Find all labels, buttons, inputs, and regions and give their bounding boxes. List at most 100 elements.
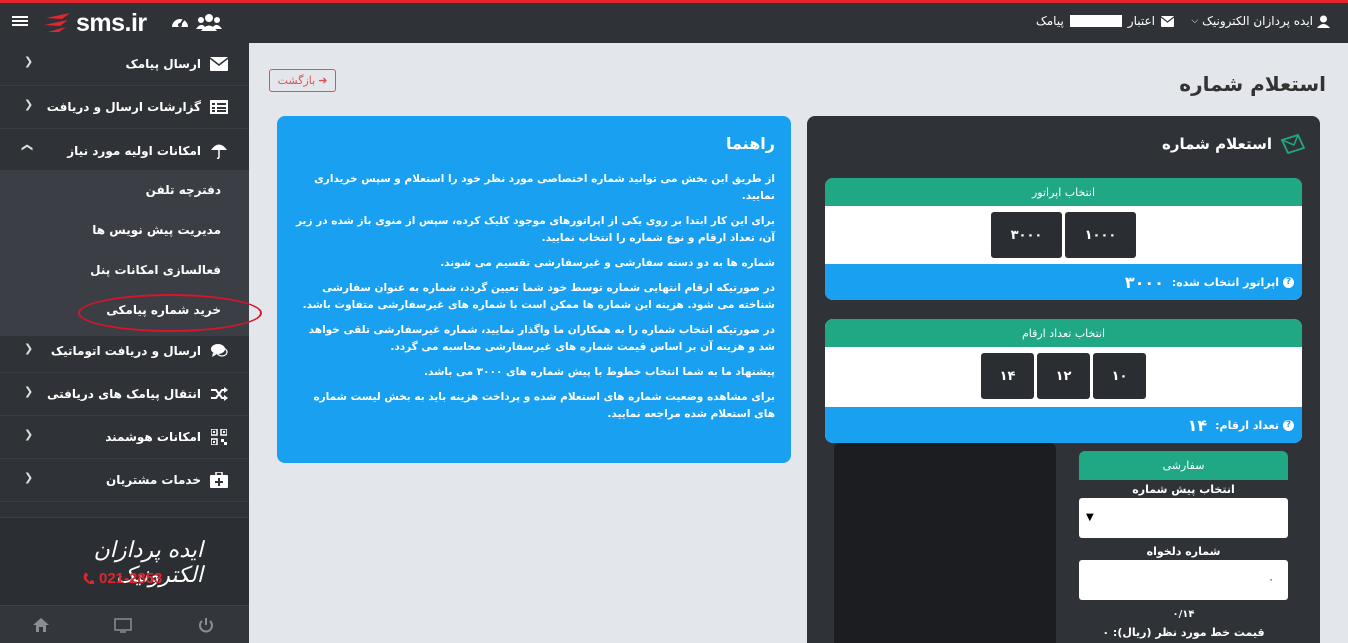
guide-paragraph: برای این کار ابتدا بر روی یکی از اپراتور… — [296, 215, 775, 244]
chat-icon — [209, 341, 229, 361]
logo-text: sms.ir — [76, 8, 147, 37]
operator-option-1000[interactable]: ۱۰۰۰ — [1065, 212, 1136, 258]
brand-phone-number: 021-2853 — [99, 570, 163, 587]
custom-order-header: سفارشی — [1079, 451, 1288, 480]
question-icon: ? — [1283, 419, 1294, 431]
sidebar-item-basic-features[interactable]: امکانات اولیه مورد نیاز ❮ — [0, 129, 249, 172]
chevron-down-icon: ❮ — [20, 142, 34, 153]
chevron-left-icon: ❮ — [24, 385, 34, 398]
qrcode-icon — [209, 427, 229, 447]
credit-label: اعتبار — [1127, 14, 1155, 28]
desired-number-input[interactable]: ۰ — [1079, 560, 1288, 600]
digits-selected: ? تعداد ارقام: ۱۴ — [825, 407, 1302, 443]
power-icon[interactable] — [197, 616, 215, 634]
brand-block: ایده پردازان الکترونیک 021-2853 — [0, 517, 249, 605]
operator-option-3000[interactable]: ۳۰۰۰ — [991, 212, 1062, 258]
desired-number-label: شماره دلخواه — [1146, 545, 1221, 558]
digits-selected-value: ۱۴ — [1187, 415, 1208, 435]
sidebar-item-label: امکانات اولیه مورد نیاز — [67, 143, 201, 158]
operator-selected-label: اپراتور انتخاب شده: — [1171, 275, 1279, 289]
chevron-down-icon: ⌵ — [1191, 16, 1199, 26]
credit-area[interactable]: اعتبار پیامک — [1036, 14, 1174, 28]
digits-option-12[interactable]: ۱۲ — [1037, 353, 1090, 399]
guide-paragraph: در صورتیکه انتخاب شماره را به همکاران ما… — [308, 324, 775, 353]
chevron-left-icon: ❮ — [24, 428, 34, 441]
panel-title: استعلام شماره — [1162, 134, 1306, 154]
submenu-item-phonebook[interactable]: دفترچه تلفن — [0, 170, 249, 210]
chevron-left-icon: ❮ — [24, 55, 34, 68]
chevron-left-icon: ❮ — [24, 98, 34, 111]
caret-down-icon: ▼ — [1086, 512, 1094, 523]
sidebar-item-auto-send-receive[interactable]: ارسال و دریافت اتوماتیک ❮ — [0, 330, 249, 373]
operator-card: انتخاب اپراتور ۳۰۰۰ ۱۰۰۰ ? اپراتور انتخا… — [825, 178, 1302, 300]
sidebar-item-label: امکانات هوشمند — [105, 430, 201, 444]
phone-icon — [83, 572, 94, 584]
highlight-circle — [78, 294, 262, 332]
back-button-label: بازگشت — [277, 75, 316, 87]
guide-paragraph: در صورتیکه ارقام انتهایی شماره توسط خود … — [302, 282, 775, 311]
top-navbar: sms.ir اعتبار پیامک ایده پردازان الکترون… — [0, 3, 1348, 43]
back-button[interactable]: ➜ بازگشت — [269, 69, 336, 92]
logo-wing-icon — [44, 13, 70, 32]
guide-paragraph: پیشنهاد ما به شما انتخاب خطوط با پیش شما… — [424, 366, 775, 378]
umbrella-icon — [209, 141, 229, 161]
result-area — [834, 443, 1056, 643]
submenu-item-drafts[interactable]: مدیریت پیش نویس ها — [0, 210, 249, 250]
shuffle-icon — [209, 384, 229, 404]
operator-selected: ? اپراتور انتخاب شده: ۳۰۰۰ — [825, 264, 1302, 300]
digits-option-10[interactable]: ۱۰ — [1093, 353, 1146, 399]
submenu-item-label: مدیریت پیش نویس ها — [92, 223, 221, 237]
sidebar-footer — [0, 605, 249, 643]
digits-card-header: انتخاب تعداد ارقام — [825, 319, 1302, 347]
sidebar-item-label: ارسال و دریافت اتوماتیک — [50, 344, 201, 358]
guide-paragraph: شماره ها به دو دسته سفارشی و غیرسفارشی ت… — [440, 257, 775, 269]
submenu-item-label: فعالسازی امکانات پنل — [90, 263, 221, 277]
credit-unit: پیامک — [1036, 14, 1064, 28]
operator-card-header: انتخاب اپراتور — [825, 178, 1302, 206]
credit-value-box — [1069, 15, 1122, 27]
prefix-label: انتخاب پیش شماره — [1132, 483, 1235, 496]
envelope-icon — [209, 54, 229, 74]
submenu-item-activate-features[interactable]: فعالسازی امکانات پنل — [0, 250, 249, 290]
price-label: قیمت خط مورد نظر (ریال): ۰ — [1102, 626, 1265, 639]
operator-selected-value: ۳۰۰۰ — [1124, 272, 1164, 292]
screen-icon[interactable] — [114, 616, 132, 634]
guide-panel: راهنما از طریق این بخش می توانید شماره ا… — [277, 116, 791, 463]
submenu-item-label: دفترچه تلفن — [145, 183, 221, 197]
sidebar-item-label: گزارشات ارسال و دریافت — [46, 100, 201, 114]
guide-paragraph: از طریق این بخش می توانید شماره اختصاصی … — [314, 173, 775, 202]
sidebar-item-customer-service[interactable]: خدمات مشتریان ❮ — [0, 459, 249, 502]
digits-card: انتخاب تعداد ارقام ۱۴ ۱۲ ۱۰ ? تعداد ارقا… — [825, 319, 1302, 443]
desired-number-value: ۰ — [1268, 573, 1274, 586]
sidebar-item-send-sms[interactable]: ارسال پیامک ❮ — [0, 43, 249, 86]
sidebar: ارسال پیامک ❮ گزارشات ارسال و دریافت ❮ ا… — [0, 43, 249, 643]
sidebar-item-label: ارسال پیامک — [125, 57, 201, 71]
users-group-icon[interactable] — [196, 12, 222, 32]
hamburger-menu-icon[interactable] — [12, 14, 28, 30]
digits-option-14[interactable]: ۱۴ — [981, 353, 1034, 399]
guide-paragraph: برای مشاهده وضعیت شماره های استعلام شده … — [313, 391, 775, 420]
home-icon[interactable] — [32, 616, 50, 634]
question-icon: ? — [1283, 276, 1294, 288]
brand-phone: 021-2853 — [82, 570, 162, 587]
user-menu[interactable]: ایده پردازان الکترونیک ⌵ — [1191, 14, 1330, 28]
envelope-icon — [1160, 15, 1174, 27]
prefix-select[interactable]: ▼ — [1079, 498, 1288, 538]
digit-counter: ۰/۱۴ — [1172, 609, 1195, 620]
chevron-left-icon: ❮ — [24, 471, 34, 484]
list-icon — [209, 97, 229, 117]
sidebar-item-label: خدمات مشتریان — [105, 473, 201, 487]
user-icon — [1317, 15, 1330, 28]
guide-title: راهنما — [725, 134, 775, 153]
panel-title-text: استعلام شماره — [1161, 135, 1272, 153]
sidebar-item-smart-features[interactable]: امکانات هوشمند ❮ — [0, 416, 249, 459]
medkit-icon — [209, 470, 229, 490]
dashboard-gauge-icon[interactable] — [170, 12, 190, 32]
sidebar-item-forward-received[interactable]: انتقال پیامک های دریافتی ❮ — [0, 373, 249, 416]
arrow-right-icon: ➜ — [318, 75, 328, 87]
sidebar-item-reports[interactable]: گزارشات ارسال و دریافت ❮ — [0, 86, 249, 129]
envelope-icon — [1280, 134, 1306, 154]
page-title: استعلام شماره — [1179, 72, 1326, 96]
chevron-left-icon: ❮ — [24, 342, 34, 355]
logo[interactable]: sms.ir — [44, 7, 147, 39]
